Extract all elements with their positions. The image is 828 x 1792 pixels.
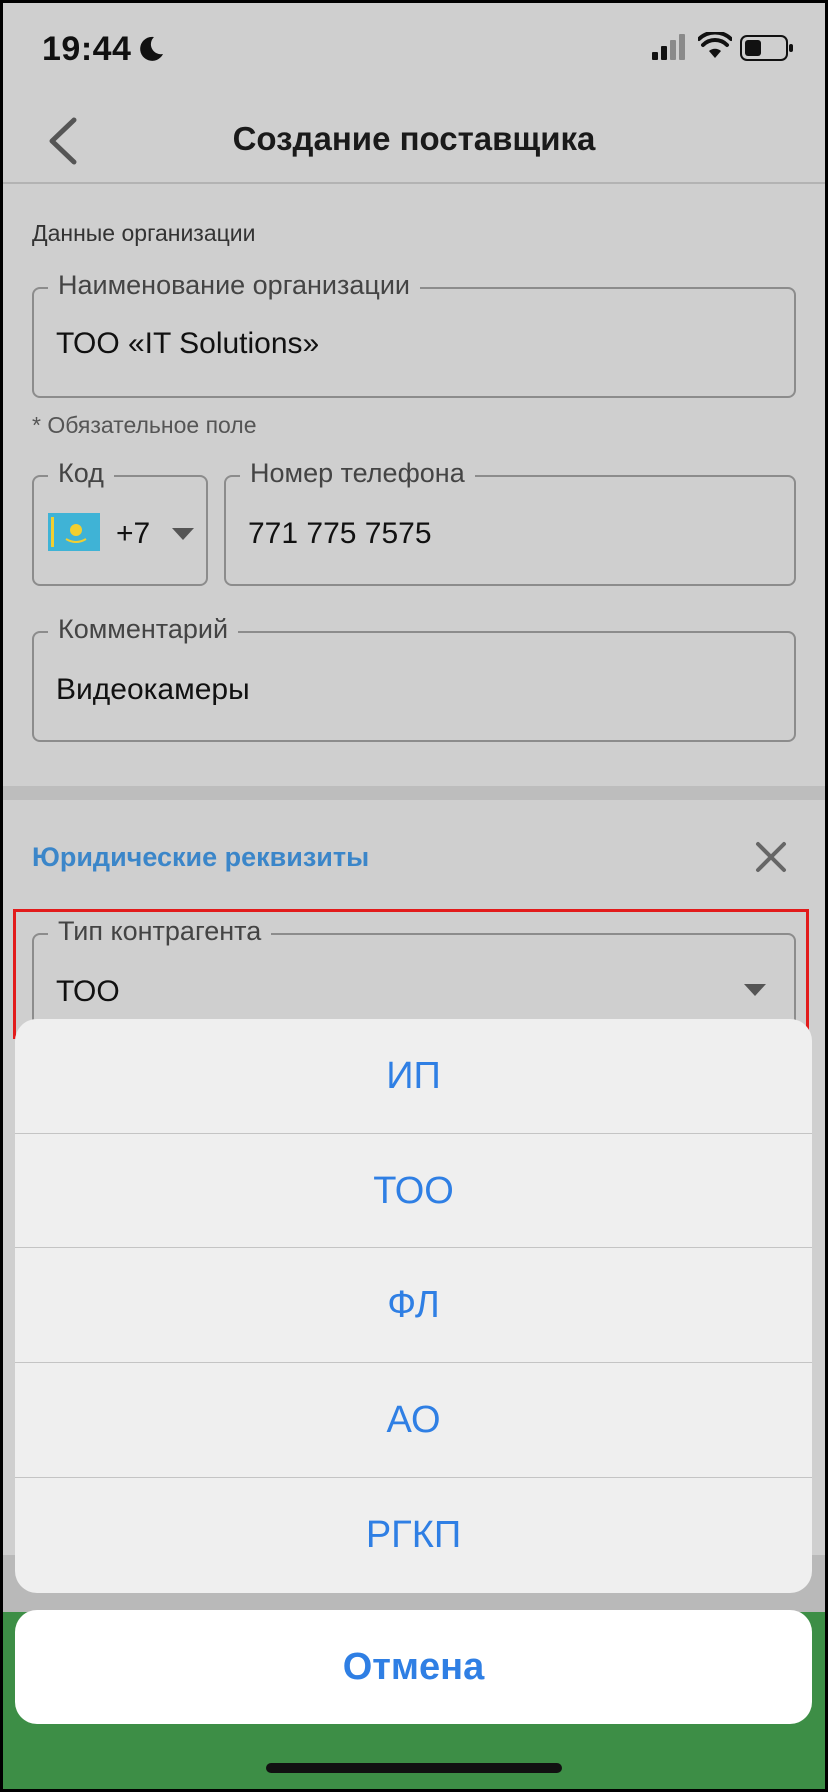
phone-label: Номер телефона — [240, 458, 475, 489]
page-title: Создание поставщика — [232, 120, 596, 157]
comment-label: Комментарий — [48, 614, 239, 645]
chevron-down-icon — [172, 528, 194, 540]
battery-icon — [740, 35, 793, 61]
sheet-option-ip[interactable]: ИП — [15, 1019, 812, 1133]
section-divider — [0, 786, 828, 800]
sheet-option-ao[interactable]: АО — [15, 1362, 812, 1476]
status-time: 19:44 — [42, 30, 132, 68]
org-name-value: ТОО «IT Solutions» — [56, 327, 320, 360]
nav-bar: Создание поставщика — [0, 100, 828, 184]
status-bar: 19:44 — [0, 0, 828, 100]
country-code-select[interactable]: Код +7 — [32, 458, 208, 586]
wifi-icon — [698, 32, 732, 58]
moon-icon — [140, 36, 163, 61]
sheet-option-rgkp[interactable]: РГКП — [15, 1477, 812, 1591]
signal-icon — [652, 34, 685, 60]
kazakhstan-flag-icon — [48, 513, 100, 551]
cancel-button[interactable]: Отмена — [15, 1610, 812, 1724]
home-indicator[interactable] — [266, 1763, 562, 1773]
comment-value: Видеокамеры — [56, 673, 250, 706]
org-name-label: Наименование организации — [48, 270, 420, 301]
section-title-legal: Юридические реквизиты — [32, 842, 370, 872]
sheet-option-fl[interactable]: ФЛ — [15, 1247, 812, 1361]
close-icon[interactable] — [754, 840, 788, 874]
required-hint: * Обязательное поле — [32, 412, 257, 438]
org-name-field[interactable]: Наименование организации ТОО «IT Solutio… — [32, 270, 796, 398]
section-label-org: Данные организации — [32, 220, 256, 246]
code-value: +7 — [116, 517, 151, 550]
comment-field[interactable]: Комментарий Видеокамеры — [32, 614, 796, 742]
sheet-option-too[interactable]: ТОО — [15, 1133, 812, 1247]
code-label: Код — [48, 458, 114, 489]
phone-value: 771 775 7575 — [248, 517, 432, 550]
screen: 19:44 Создание поставщика Данные организ… — [0, 0, 828, 1792]
action-sheet: ИП ТОО ФЛ АО РГКП — [15, 1019, 812, 1593]
phone-field[interactable]: Номер телефона 771 775 7575 — [224, 458, 796, 586]
